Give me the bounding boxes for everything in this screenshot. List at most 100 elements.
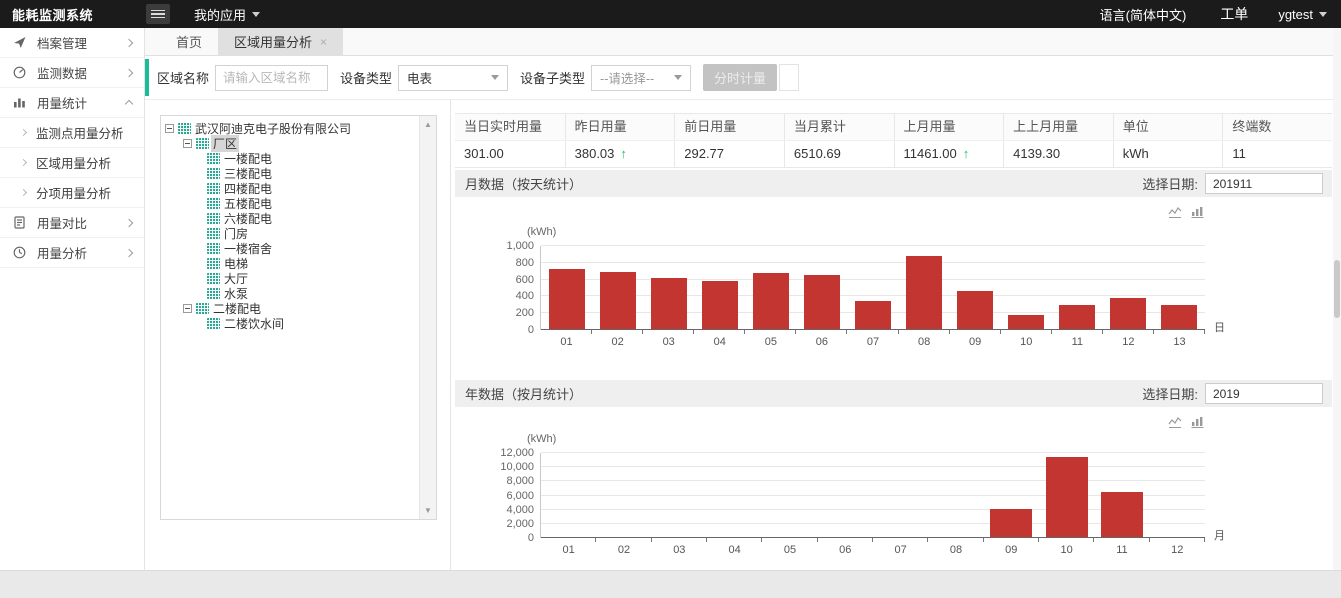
y-tick-label: 1,000: [482, 240, 534, 252]
table-value-cell: 6510.69: [784, 141, 894, 167]
bar-band: [707, 453, 762, 538]
bar-band: [1001, 246, 1052, 330]
x-tick-label: 09: [950, 336, 1001, 348]
work-order-link[interactable]: 工单: [1220, 4, 1248, 24]
bar-band: [873, 453, 928, 538]
time-share-metering-button[interactable]: 分时计量: [703, 64, 777, 91]
x-tick-label: 06: [796, 336, 847, 348]
table-value-cell: 292.77: [674, 141, 784, 167]
line-chart-icon[interactable]: [1168, 206, 1182, 219]
table-value-cell: 11: [1222, 141, 1332, 167]
bar: [600, 272, 636, 330]
line-chart-icon[interactable]: [1168, 416, 1182, 429]
device-type-value: 电表: [407, 68, 432, 87]
x-axis-unit-label: 月: [1214, 527, 1225, 543]
scroll-up-icon[interactable]: ▲: [420, 120, 436, 129]
x-axis-labels: 010203040506070809101112: [541, 544, 1205, 556]
tree-node[interactable]: 五楼配电: [163, 196, 416, 211]
table-header-cell: 终端数: [1222, 114, 1332, 140]
sidebar-subitem-区域用量分析[interactable]: 区域用量分析: [0, 148, 144, 178]
sidebar-item-1[interactable]: 档案管理: [0, 28, 144, 58]
chevron-right-icon: [125, 218, 133, 226]
tree-node[interactable]: 电梯: [163, 256, 416, 271]
tree-node[interactable]: 一楼宿舍: [163, 241, 416, 256]
bar-band: [950, 246, 1001, 330]
tick-mark: [745, 330, 796, 334]
x-tick-label: 11: [1094, 544, 1149, 556]
device-type-select[interactable]: 电表: [398, 65, 508, 91]
scroll-down-icon[interactable]: ▼: [420, 506, 436, 515]
tab-2[interactable]: 区域用量分析×: [218, 28, 343, 56]
sidebar-subitem-监测点用量分析[interactable]: 监测点用量分析: [0, 118, 144, 148]
yearly-date-input[interactable]: [1205, 383, 1323, 404]
x-axis-labels: 01020304050607080910111213: [541, 336, 1205, 348]
building-icon: [207, 213, 220, 224]
bar-band: [899, 246, 950, 330]
x-tick-label: 08: [928, 544, 983, 556]
x-axis-unit-label: 日: [1214, 319, 1225, 335]
tree-node[interactable]: 大厅: [163, 271, 416, 286]
tree-node-label[interactable]: 二楼饮水间: [222, 315, 286, 332]
close-icon[interactable]: ×: [320, 29, 327, 56]
sidebar-item-label: 档案管理: [37, 33, 126, 52]
monitor-data-icon: [12, 65, 27, 80]
tree-node[interactable]: 武汉阿迪克电子股份有限公司: [163, 121, 416, 136]
user-menu[interactable]: ygtest: [1278, 7, 1327, 22]
collapse-icon[interactable]: [183, 139, 192, 148]
bar-chart-icon[interactable]: [1191, 416, 1204, 429]
region-name-input[interactable]: [215, 65, 328, 91]
sidebar-subitem-分项用量分析[interactable]: 分项用量分析: [0, 178, 144, 208]
tick-mark: [873, 538, 928, 542]
device-type-label: 设备类型: [340, 68, 392, 87]
tree-node[interactable]: 一楼配电: [163, 151, 416, 166]
sidebar-item-label: 用量分析: [37, 243, 126, 262]
device-subtype-value: --请选择--: [600, 68, 654, 87]
tree-node[interactable]: 二楼配电: [163, 301, 416, 316]
x-tick-label: 13: [1154, 336, 1205, 348]
collapse-icon[interactable]: [165, 124, 174, 133]
page-scrollbar[interactable]: [1333, 28, 1341, 570]
device-subtype-select[interactable]: --请选择--: [591, 65, 691, 91]
cell-value: 292.77: [684, 146, 724, 161]
tree-node[interactable]: 六楼配电: [163, 211, 416, 226]
cell-value: 11: [1232, 146, 1246, 161]
tree-node[interactable]: 四楼配电: [163, 181, 416, 196]
sidebar-item-4[interactable]: 用量对比: [0, 208, 144, 238]
tick-mark: [694, 330, 745, 334]
sidebar-item-2[interactable]: 监测数据: [0, 58, 144, 88]
tick-mark: [1052, 330, 1103, 334]
bar-band: [596, 453, 651, 538]
tree-node[interactable]: 二楼饮水间: [163, 316, 416, 331]
y-axis-unit-label: (kWh): [527, 433, 556, 445]
chevron-right-icon: [20, 129, 27, 136]
sidebar-subitem-label: 监测点用量分析: [36, 123, 124, 142]
tree-node[interactable]: 三楼配电: [163, 166, 416, 181]
y-tick-label: 4,000: [482, 504, 534, 516]
language-switcher[interactable]: 语言(简体中文): [1100, 5, 1187, 24]
tree-node[interactable]: 水泵: [163, 286, 416, 301]
hamburger-menu-icon[interactable]: [146, 4, 170, 24]
bar-chart-icon[interactable]: [1191, 206, 1204, 219]
tree-node[interactable]: 门房: [163, 226, 416, 241]
bar-band: [762, 453, 817, 538]
scrollbar-thumb[interactable]: [1334, 260, 1340, 318]
bar-band: [541, 246, 592, 330]
sidebar-subitem-label: 区域用量分析: [36, 153, 111, 172]
sidebar-item-5[interactable]: 用量分析: [0, 238, 144, 268]
chevron-right-icon: [125, 38, 133, 46]
tree-scrollbar[interactable]: ▲ ▼: [419, 116, 436, 519]
sidebar-item-label: 监测数据: [37, 63, 126, 82]
tab-1[interactable]: 首页: [160, 28, 218, 56]
sidebar-item-3[interactable]: 用量统计: [0, 88, 144, 118]
monthly-date-input[interactable]: [1205, 173, 1323, 194]
my-apps-menu[interactable]: 我的应用: [194, 5, 260, 24]
building-icon: [207, 198, 220, 209]
tick-mark: [1154, 330, 1205, 334]
bar: [1059, 305, 1095, 330]
tree-node[interactable]: 厂区: [163, 136, 416, 151]
date-picker-label: 选择日期:: [1142, 384, 1198, 403]
chevron-up-icon: [125, 100, 133, 108]
collapse-icon[interactable]: [183, 304, 192, 313]
time-share-toggle-box[interactable]: [779, 64, 799, 91]
x-tick-label: 09: [984, 544, 1039, 556]
